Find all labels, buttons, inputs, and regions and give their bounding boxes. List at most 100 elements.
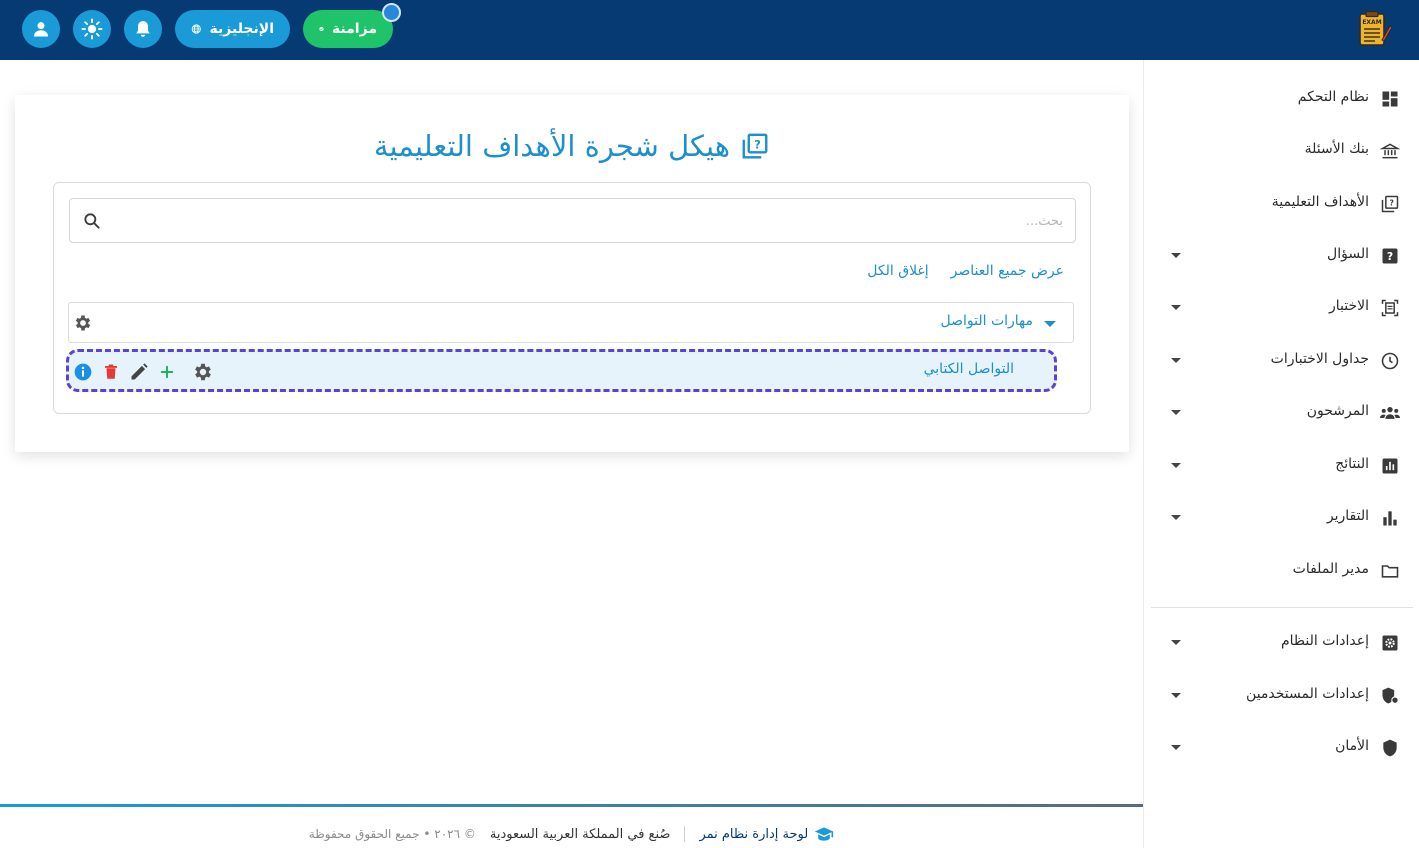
- sidebar-item-label: الاختبار: [1328, 298, 1369, 314]
- tree-child-node[interactable]: التواصل الكتابي: [66, 349, 1057, 392]
- sidebar-item-label: التقارير: [1326, 508, 1369, 524]
- sidebar-item-label: جداول الاختبارات: [1270, 351, 1369, 367]
- add-child-button[interactable]: [156, 361, 178, 383]
- tree-actions: عرض جميع العناصر إغلاق الكل: [867, 263, 1064, 279]
- footer-divider: [0, 804, 1143, 807]
- sync-status-dot: [382, 3, 401, 22]
- footer-copyright: © ٢٠٢٦ • جميع الحقوق محفوظة: [308, 827, 476, 841]
- settings-icon: [1379, 632, 1401, 654]
- tree-panel: عرض جميع العناصر إغلاق الكل مهارات التوا…: [53, 182, 1091, 414]
- sidebar-item-system-settings[interactable]: إعدادات النظام: [1143, 623, 1419, 663]
- gear-icon[interactable]: [73, 313, 93, 333]
- objectives-tree-card: ? هيكل شجرة الأهداف التعليمية عرض جميع ا…: [15, 95, 1129, 452]
- language-button[interactable]: الإنجليزية: [175, 10, 290, 48]
- logo-text: EXAM: [1362, 19, 1381, 26]
- footer-separator: [684, 826, 686, 842]
- shield-icon: [1379, 737, 1401, 759]
- edit-button[interactable]: [128, 361, 150, 383]
- sidebar-item-exam[interactable]: الاختبار: [1143, 288, 1419, 328]
- sidebar-item-user-settings[interactable]: إعدادات المستخدمين: [1143, 676, 1419, 716]
- graduation-cap-icon: [815, 827, 834, 841]
- trash-icon: [105, 364, 117, 379]
- footer-brand: لوحة إدارة نظام نمر: [699, 825, 834, 843]
- plus-icon: [160, 365, 174, 379]
- results-icon: [1379, 455, 1401, 477]
- sidebar-item-label: الأمان: [1335, 738, 1369, 754]
- folder-icon: [1379, 560, 1401, 582]
- sidebar-divider: [1151, 607, 1413, 608]
- svg-text:?: ?: [1387, 250, 1393, 263]
- sidebar-item-dashboard[interactable]: نظام التحكم: [1143, 79, 1419, 119]
- svg-text:?: ?: [754, 139, 761, 152]
- check-circle-icon: [319, 26, 324, 32]
- chevron-down-icon: [1171, 640, 1181, 645]
- top-actions: الإنجليزية مزامنة: [22, 3, 401, 48]
- caret-down-icon[interactable]: [1044, 321, 1056, 327]
- question-icon: ?: [1379, 245, 1401, 267]
- child-node-actions: [72, 361, 214, 383]
- sidebar-item-results[interactable]: النتائج: [1143, 446, 1419, 486]
- dashboard-icon: [1379, 88, 1401, 110]
- footer: لوحة إدارة نظام نمر صُنع في المملكة العر…: [0, 822, 1143, 846]
- sun-icon: [81, 18, 103, 40]
- page-title-text: هيكل شجرة الأهداف التعليمية: [373, 129, 731, 163]
- search-icon[interactable]: [82, 211, 102, 231]
- exam-icon: [1379, 297, 1401, 319]
- sidebar-item-label: إعدادات المستخدمين: [1246, 686, 1369, 702]
- chevron-down-icon: [1171, 745, 1181, 750]
- gear-icon: [195, 363, 211, 381]
- close-all-link[interactable]: إغلاق الكل: [867, 263, 928, 279]
- user-shield-icon: [1379, 685, 1401, 707]
- page-title: ? هيكل شجرة الأهداف التعليمية: [15, 129, 1129, 163]
- info-icon: [74, 363, 92, 381]
- footer-made-in: صُنع في المملكة العربية السعودية: [489, 826, 671, 842]
- tree-node-label[interactable]: مهارات التواصل: [941, 313, 1034, 329]
- sidebar-item-label: نظام التحكم: [1297, 89, 1369, 105]
- sidebar-item-reports[interactable]: التقارير: [1143, 498, 1419, 538]
- bell-icon: [136, 21, 150, 37]
- delete-button[interactable]: [100, 361, 122, 383]
- people-icon: [1379, 402, 1401, 424]
- tree-child-label[interactable]: التواصل الكتابي: [924, 361, 1014, 377]
- footer-brand-text: لوحة إدارة نظام نمر: [699, 826, 809, 842]
- sidebar-item-label: المرشحون: [1306, 403, 1369, 419]
- sidebar-item-file-manager[interactable]: مدير الملفات: [1143, 551, 1419, 591]
- theme-toggle-button[interactable]: [73, 10, 111, 48]
- sidebar-item-question[interactable]: ? السؤال: [1143, 236, 1419, 276]
- sidebar-item-candidates[interactable]: المرشحون: [1143, 393, 1419, 433]
- sync-button[interactable]: مزامنة: [303, 3, 401, 48]
- sidebar-item-objectives[interactable]: ? الأهداف التعليمية: [1143, 184, 1419, 224]
- chevron-down-icon: [1171, 358, 1181, 363]
- profile-button[interactable]: [22, 10, 60, 48]
- bank-icon: [1379, 140, 1401, 162]
- child-settings-button[interactable]: [192, 361, 214, 383]
- sidebar-item-label: بنك الأسئلة: [1304, 141, 1369, 157]
- tree-node[interactable]: مهارات التواصل: [68, 302, 1074, 343]
- bar-chart-icon: [1379, 507, 1401, 529]
- notifications-button[interactable]: [124, 10, 162, 48]
- chevron-down-icon: [1171, 693, 1181, 698]
- pencil-icon: [131, 363, 148, 380]
- info-button[interactable]: [72, 361, 94, 383]
- sidebar-item-label: السؤال: [1327, 246, 1369, 262]
- svg-text:?: ?: [1389, 199, 1393, 208]
- sidebar-item-exam-schedules[interactable]: جداول الاختبارات: [1143, 341, 1419, 381]
- chevron-down-icon: [1171, 305, 1181, 310]
- sync-label: مزامنة: [331, 21, 377, 37]
- chevron-down-icon: [1171, 515, 1181, 520]
- objectives-icon: ?: [742, 133, 768, 159]
- sidebar-item-label: إعدادات النظام: [1280, 633, 1369, 649]
- objectives-icon: ?: [1379, 193, 1401, 215]
- user-icon: [33, 22, 49, 37]
- chevron-down-icon: [1171, 253, 1181, 258]
- sidebar: نظام التحكم بنك الأسئلة ? الأهداف التعلي…: [1143, 60, 1419, 848]
- sidebar-item-security[interactable]: الأمان: [1143, 728, 1419, 768]
- sidebar-item-question-bank[interactable]: بنك الأسئلة: [1143, 131, 1419, 171]
- show-all-link[interactable]: عرض جميع العناصر: [951, 263, 1064, 279]
- app-logo-icon: EXAM: [1359, 10, 1393, 46]
- sidebar-item-label: مدير الملفات: [1292, 561, 1369, 577]
- sidebar-item-label: الأهداف التعليمية: [1271, 194, 1369, 210]
- search-input[interactable]: [123, 207, 1063, 235]
- sidebar-item-label: النتائج: [1335, 456, 1369, 472]
- clock-icon: [1379, 350, 1401, 372]
